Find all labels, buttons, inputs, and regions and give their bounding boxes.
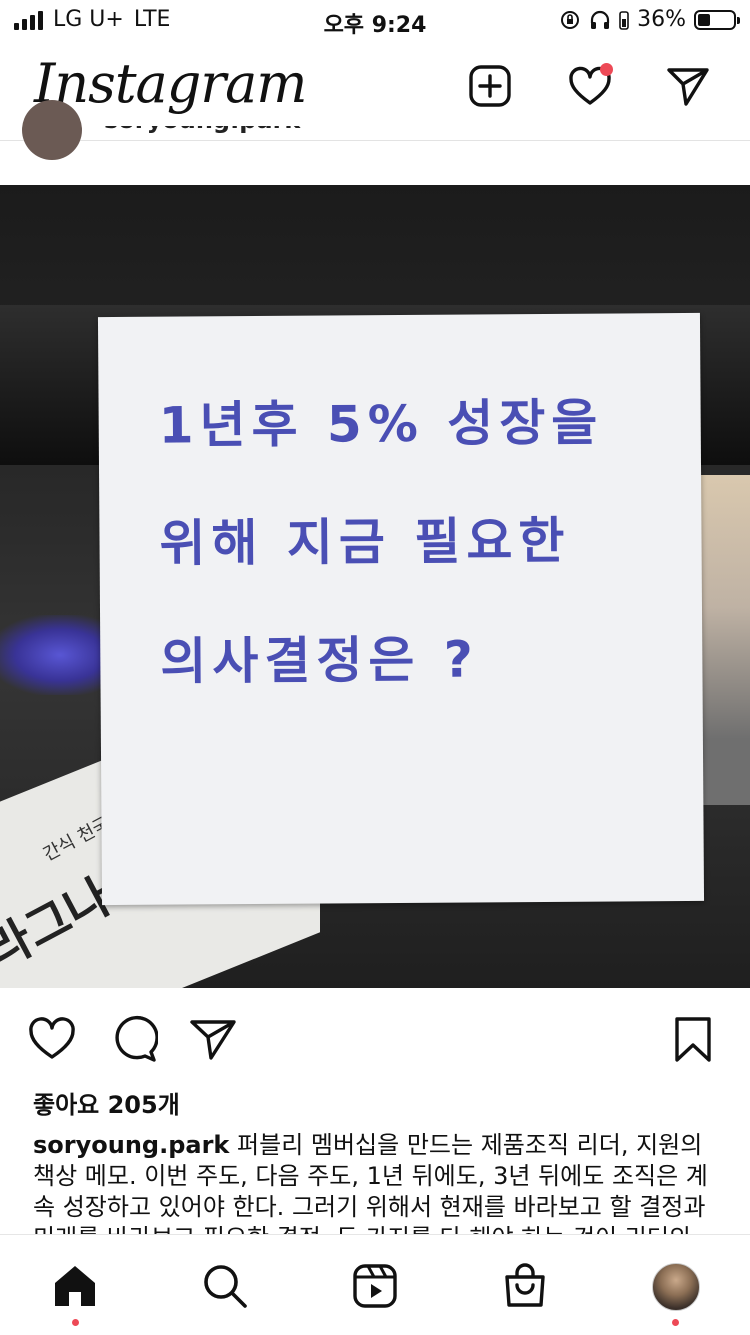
reels-icon (353, 1264, 397, 1308)
comment-button[interactable] (108, 1014, 159, 1064)
battery-small-icon (619, 10, 629, 30)
comment-icon (115, 1015, 159, 1062)
bottom-tab-bar (0, 1234, 750, 1335)
direct-messages-button[interactable] (664, 62, 712, 110)
profile-indicator-dot (672, 1319, 679, 1326)
home-indicator-dot (72, 1319, 79, 1326)
shop-icon (505, 1263, 545, 1307)
home-icon (55, 1266, 95, 1306)
activity-button[interactable] (566, 62, 614, 110)
plus-square-icon (469, 65, 511, 107)
instagram-logo[interactable]: Instagram (34, 52, 307, 115)
battery-percent: 36% (637, 7, 686, 32)
app-header: Instagram (0, 40, 750, 141)
orientation-lock-icon (561, 10, 580, 29)
post-image[interactable]: 간식 천국 라그나 1년후 5% 성장을 위해 지금 필요한 의사결정은 ? (0, 185, 750, 988)
post-actions (0, 1010, 750, 1070)
search-icon (204, 1265, 247, 1308)
caption-username[interactable]: soryoung.park (33, 1131, 229, 1159)
bookmark-icon (675, 1017, 711, 1062)
status-bar: LG U+ LTE 오후 9:24 36% (0, 0, 750, 40)
profile-avatar[interactable] (652, 1263, 700, 1311)
notification-dot (600, 63, 613, 76)
sticky-note: 1년후 5% 성장을 위해 지금 필요한 의사결정은 ? (97, 312, 705, 906)
like-button[interactable] (27, 1014, 77, 1064)
save-button[interactable] (668, 1014, 718, 1064)
handwritten-note: 1년후 5% 성장을 위해 지금 필요한 의사결정은 ? (158, 393, 604, 691)
share-icon (190, 1020, 236, 1060)
send-icon (667, 68, 709, 106)
avatar[interactable] (22, 100, 82, 160)
create-post-button[interactable] (466, 62, 514, 110)
share-button[interactable] (188, 1014, 238, 1064)
tab-shop[interactable] (500, 1261, 550, 1311)
post-caption[interactable]: soryoung.park 퍼블리 멤버십을 만드는 제품조직 리더, 지원의 … (33, 1130, 723, 1234)
headphones-icon (590, 10, 610, 29)
tab-reels[interactable] (350, 1261, 400, 1311)
tab-home[interactable] (50, 1261, 100, 1311)
battery-icon (694, 9, 740, 30)
heart-icon (29, 1017, 75, 1059)
tab-search[interactable] (200, 1261, 250, 1311)
likes-count[interactable]: 좋아요 205개 (33, 1085, 180, 1120)
